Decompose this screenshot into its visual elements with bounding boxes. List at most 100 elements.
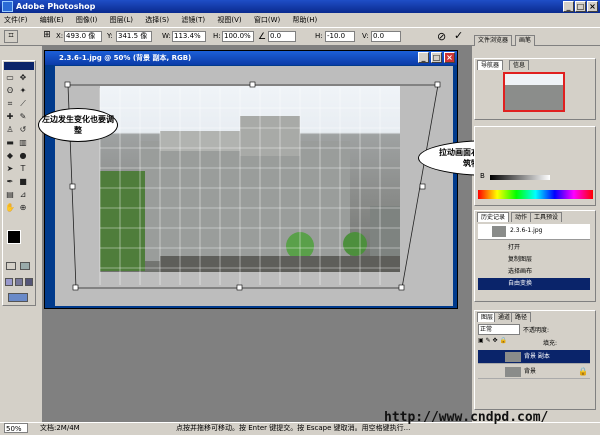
move-tool-icon[interactable]: ✥ xyxy=(17,73,29,83)
healing-tool-icon[interactable]: ✚ xyxy=(4,112,16,122)
h-label: H: xyxy=(213,32,221,40)
menu-bar: 文件(F) 编辑(E) 图像(I) 图层(L) 选择(S) 滤镜(T) 视图(V… xyxy=(0,13,600,27)
close-button[interactable]: × xyxy=(587,1,598,12)
hand-tool-icon[interactable]: ✋ xyxy=(4,203,16,213)
commit-transform-icon[interactable]: ✓ xyxy=(454,29,463,42)
tab-history[interactable]: 历史记录 xyxy=(477,212,510,222)
h-field[interactable]: 100.0% xyxy=(222,31,254,42)
b-channel-label: B xyxy=(480,172,485,180)
reference-point-icon[interactable]: ⊞ xyxy=(40,30,54,43)
menu-help[interactable]: 帮助(H) xyxy=(292,16,317,24)
transform-grid xyxy=(64,81,441,291)
screen-mode-3-icon[interactable] xyxy=(25,278,33,286)
zoom-field[interactable]: 50% xyxy=(4,423,28,433)
hskew-label: H: xyxy=(315,32,323,40)
maximize-button[interactable]: □ xyxy=(575,1,586,12)
menu-window[interactable]: 窗口(W) xyxy=(254,16,280,24)
document-title-bar: 2.3.6-1.jpg @ 50% (背景 副本, RGB) xyxy=(45,51,457,65)
eraser-tool-icon[interactable]: ▬ xyxy=(4,138,16,148)
opacity-label: 不透明度: xyxy=(523,327,550,334)
x-field[interactable]: 493.0 像 xyxy=(64,31,102,42)
menu-filter[interactable]: 滤镜(T) xyxy=(181,16,205,24)
tab-actions[interactable]: 动作 xyxy=(511,212,532,222)
angle-field[interactable]: 0.0 xyxy=(268,31,296,42)
crop-tool-icon[interactable]: ⌗ xyxy=(4,99,16,109)
stamp-tool-icon[interactable]: ♙ xyxy=(4,125,16,135)
doc-close-button[interactable]: × xyxy=(444,52,455,63)
lasso-tool-icon[interactable]: ʘ xyxy=(4,86,16,96)
tab-tool-presets[interactable]: 工具预设 xyxy=(530,212,563,222)
transform-icon[interactable]: ⌗ xyxy=(4,30,18,43)
photoshop-icon xyxy=(2,1,13,12)
lock-icons[interactable]: ▣ ✎ ✥ 🔒 xyxy=(478,336,528,345)
history-item[interactable]: 选择画布 xyxy=(478,266,590,278)
shape-tool-icon[interactable]: ■ xyxy=(17,177,29,187)
marquee-tool-icon[interactable]: ▭ xyxy=(4,73,16,83)
title-bar: Adobe Photoshop xyxy=(0,0,600,13)
history-snapshot[interactable]: 2.3.6-1.jpg xyxy=(478,224,590,240)
y-field[interactable]: 341.5 像 xyxy=(116,31,152,42)
history-item[interactable]: 打开 xyxy=(478,242,590,254)
standard-mode-icon[interactable] xyxy=(6,262,16,270)
cancel-transform-icon[interactable]: ⊘ xyxy=(437,30,446,43)
lock-icon: 🔒 xyxy=(578,367,588,376)
path-select-icon[interactable]: ➤ xyxy=(4,164,16,174)
tab-navigator[interactable]: 导航器 xyxy=(477,60,504,70)
y-label: Y: xyxy=(107,32,113,40)
doc-minimize-button[interactable]: _ xyxy=(418,52,429,63)
zoom-tool-icon[interactable]: ⊕ xyxy=(17,203,29,213)
minimize-button[interactable]: _ xyxy=(563,1,574,12)
layer-row-active[interactable]: 背景 副本 xyxy=(478,350,590,364)
vskew-label: V: xyxy=(362,32,369,40)
blur-tool-icon[interactable]: ◆ xyxy=(4,151,16,161)
type-tool-icon[interactable]: T xyxy=(17,164,29,174)
eyedropper-icon[interactable]: ⊿ xyxy=(17,190,29,200)
snapshot-thumbnail xyxy=(492,226,506,237)
vskew-field[interactable]: 0.0 xyxy=(371,31,401,42)
tab-paths[interactable]: 路径 xyxy=(511,312,532,322)
blend-mode-select[interactable]: 正常 xyxy=(478,324,520,335)
pen-tool-icon[interactable]: ✒ xyxy=(4,177,16,187)
magic-wand-icon[interactable]: ✦ xyxy=(17,86,29,96)
layer-row[interactable]: 背景 xyxy=(478,365,590,379)
history-brush-icon[interactable]: ↺ xyxy=(17,125,29,135)
history-item-active[interactable]: 自由变换 xyxy=(478,278,590,290)
layer-thumbnail xyxy=(505,352,521,362)
navigator-preview[interactable] xyxy=(503,72,565,112)
doc-maximize-button[interactable]: □ xyxy=(431,52,442,63)
fill-label: 填充: xyxy=(543,340,558,347)
x-label: X: xyxy=(56,32,64,40)
screen-mode-1-icon[interactable] xyxy=(5,278,13,286)
hskew-field[interactable]: -10.0 xyxy=(325,31,355,42)
toolbox-header xyxy=(4,62,34,70)
menu-layer[interactable]: 图层(L) xyxy=(110,16,133,24)
jump-to-imageready-icon[interactable] xyxy=(8,293,28,302)
status-hint: 点按并拖移可移动。按 Enter 键提交。按 Escape 键取消。用空格键执行… xyxy=(176,424,411,432)
quick-mask-icon[interactable] xyxy=(20,262,30,270)
tab-file-browser[interactable]: 文件浏览器 xyxy=(474,35,513,46)
menu-select[interactable]: 选择(S) xyxy=(145,16,169,24)
color-ramp[interactable] xyxy=(478,190,593,199)
gradient-tool-icon[interactable]: ▥ xyxy=(17,138,29,148)
w-label: W: xyxy=(162,32,171,40)
doc-size[interactable]: 文档:2M/4M xyxy=(40,423,80,434)
app-title: Adobe Photoshop xyxy=(16,2,96,11)
slice-tool-icon[interactable]: ⟋ xyxy=(17,99,29,109)
screen-mode-2-icon[interactable] xyxy=(15,278,23,286)
menu-edit[interactable]: 编辑(E) xyxy=(40,16,64,24)
b-slider[interactable] xyxy=(490,175,550,180)
w-field[interactable]: 113.4% xyxy=(172,31,206,42)
annotation-left: 左边发生变化也要调整 xyxy=(38,108,118,142)
document-title: 2.3.6-1.jpg @ 50% (背景 副本, RGB) xyxy=(59,54,192,62)
menu-view[interactable]: 视图(V) xyxy=(217,16,241,24)
dodge-tool-icon[interactable]: ● xyxy=(17,151,29,161)
foreground-color-swatch[interactable] xyxy=(7,230,21,244)
history-item[interactable]: 复制图层 xyxy=(478,254,590,266)
menu-image[interactable]: 图像(I) xyxy=(76,16,98,24)
tab-info[interactable]: 信息 xyxy=(509,60,530,70)
watermark: http://www.cndpd.com/ xyxy=(384,410,549,425)
notes-tool-icon[interactable]: ▤ xyxy=(4,190,16,200)
menu-file[interactable]: 文件(F) xyxy=(4,16,28,24)
brush-tool-icon[interactable]: ✎ xyxy=(17,112,29,122)
tab-brushes[interactable]: 画笔 xyxy=(515,35,536,46)
